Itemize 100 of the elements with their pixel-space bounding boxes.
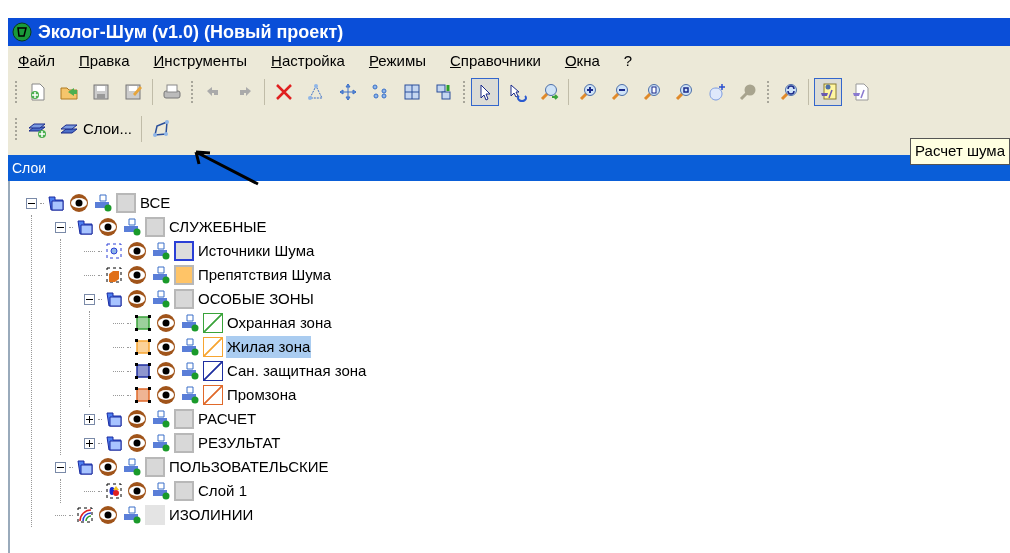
- folder-icon: [76, 458, 94, 476]
- panel-title: Слои: [12, 158, 47, 178]
- expander[interactable]: [55, 221, 66, 233]
- hatched-swatch[interactable]: [203, 361, 223, 381]
- color-swatch[interactable]: [174, 409, 194, 429]
- magnifier-arrow-icon: [539, 82, 559, 102]
- eye-icon[interactable]: [126, 433, 148, 453]
- menu-item[interactable]: Режимы: [368, 49, 426, 73]
- layer-name[interactable]: Слой 1: [197, 479, 248, 503]
- points-icon: [370, 82, 390, 102]
- printer-icon[interactable]: [180, 313, 200, 333]
- eye-icon[interactable]: [126, 265, 148, 285]
- folder-icon: [47, 194, 65, 212]
- expander[interactable]: [84, 437, 95, 449]
- layer-name[interactable]: Жилая зона: [226, 335, 312, 359]
- magnifier-page-icon: [642, 82, 662, 102]
- expander[interactable]: [55, 461, 66, 473]
- layer-name[interactable]: ВСЕ: [139, 191, 172, 215]
- zoom-in-icon: [578, 82, 598, 102]
- layer-name[interactable]: Охранная зона: [226, 311, 333, 335]
- eye-icon[interactable]: [126, 289, 148, 309]
- menu-item[interactable]: ?: [623, 49, 633, 73]
- group-icon: [434, 82, 454, 102]
- floppy-pencil-icon: [123, 82, 143, 102]
- printer-icon[interactable]: [151, 481, 171, 501]
- layer-name[interactable]: РАСЧЕТ: [197, 407, 258, 431]
- calculator-sheet-icon: [818, 82, 838, 102]
- menu-item[interactable]: Файл: [18, 49, 55, 73]
- printer-icon[interactable]: [151, 289, 171, 309]
- area-icon: [134, 338, 152, 356]
- hatched-swatch[interactable]: [203, 337, 223, 357]
- printer-icon[interactable]: [151, 265, 171, 285]
- layer-name[interactable]: Препятствия Шума: [197, 263, 333, 287]
- eye-icon[interactable]: [68, 193, 90, 213]
- color-swatch[interactable]: [174, 289, 194, 309]
- printer-icon[interactable]: [151, 409, 171, 429]
- eye-icon[interactable]: [126, 409, 148, 429]
- toolbar-button[interactable]: [471, 78, 499, 106]
- report-sheet-icon: [850, 82, 870, 102]
- color-swatch[interactable]: [174, 481, 194, 501]
- layer-name[interactable]: Источники Шума: [197, 239, 316, 263]
- layer-name[interactable]: РЕЗУЛЬТАТ: [197, 431, 282, 455]
- area-icon: [134, 386, 152, 404]
- eye-icon[interactable]: [155, 313, 177, 333]
- eye-icon[interactable]: [126, 241, 148, 261]
- printer-icon[interactable]: [122, 457, 142, 477]
- pointer-arrow-icon: [507, 82, 527, 102]
- printer-icon[interactable]: [180, 337, 200, 357]
- printer-icon[interactable]: [180, 361, 200, 381]
- printer-icon[interactable]: [151, 241, 171, 261]
- color-swatch[interactable]: [174, 433, 194, 453]
- color-swatch[interactable]: [174, 265, 194, 285]
- expander[interactable]: [84, 413, 95, 425]
- color-swatch[interactable]: [145, 505, 165, 525]
- plus-icon: [86, 415, 93, 423]
- app-logo-icon: [12, 22, 32, 42]
- color-swatch[interactable]: [174, 241, 194, 261]
- folder-icon: [105, 290, 123, 308]
- mixed-shapes-icon: [105, 482, 123, 500]
- move-arrows-icon: [338, 82, 358, 102]
- layer-name[interactable]: Промзона: [226, 383, 298, 407]
- color-swatch[interactable]: [116, 193, 136, 213]
- menu-item[interactable]: Настройка: [271, 49, 345, 73]
- plus-icon: [86, 439, 93, 447]
- toolbar-button[interactable]: [814, 78, 842, 106]
- printer-icon[interactable]: [151, 433, 171, 453]
- expander[interactable]: [84, 293, 95, 305]
- eye-icon[interactable]: [126, 481, 148, 501]
- block-icon: [105, 266, 123, 284]
- printer-icon[interactable]: [93, 193, 113, 213]
- printer-icon[interactable]: [180, 385, 200, 405]
- menu-item[interactable]: Правка: [78, 49, 130, 73]
- eye-icon[interactable]: [155, 385, 177, 405]
- color-swatch[interactable]: [145, 457, 165, 477]
- layer-name[interactable]: СЛУЖЕБНЫЕ: [168, 215, 268, 239]
- color-swatch[interactable]: [145, 217, 165, 237]
- delete-icon: [274, 82, 294, 102]
- eye-icon[interactable]: [97, 505, 119, 525]
- menu-item[interactable]: Окна: [564, 49, 600, 73]
- tooltip: Расчет шума: [910, 138, 1010, 165]
- hatched-swatch[interactable]: [203, 385, 223, 405]
- eye-icon[interactable]: [155, 361, 177, 381]
- zoom-out-icon: [610, 82, 630, 102]
- eye-icon[interactable]: [155, 337, 177, 357]
- layer-name[interactable]: ОСОБЫЕ ЗОНЫ: [197, 287, 315, 311]
- menu-item[interactable]: Инструменты: [153, 49, 248, 73]
- area-icon: [134, 362, 152, 380]
- expander[interactable]: [26, 197, 37, 209]
- isolines-icon: [76, 506, 94, 524]
- layer-name[interactable]: Сан. защитная зона: [226, 359, 368, 383]
- printer-icon[interactable]: [122, 217, 142, 237]
- toolbar-button[interactable]: Слои...: [55, 115, 136, 143]
- hatched-swatch[interactable]: [203, 313, 223, 333]
- layer-name[interactable]: ПОЛЬЗОВАТЕЛЬСКИЕ: [168, 455, 330, 479]
- layer-name[interactable]: ИЗОЛИНИИ: [168, 503, 255, 527]
- magnifier-refresh-icon: [779, 82, 799, 102]
- printer-icon[interactable]: [122, 505, 142, 525]
- eye-icon[interactable]: [97, 217, 119, 237]
- menu-item[interactable]: Справочники: [450, 49, 541, 73]
- eye-icon[interactable]: [97, 457, 119, 477]
